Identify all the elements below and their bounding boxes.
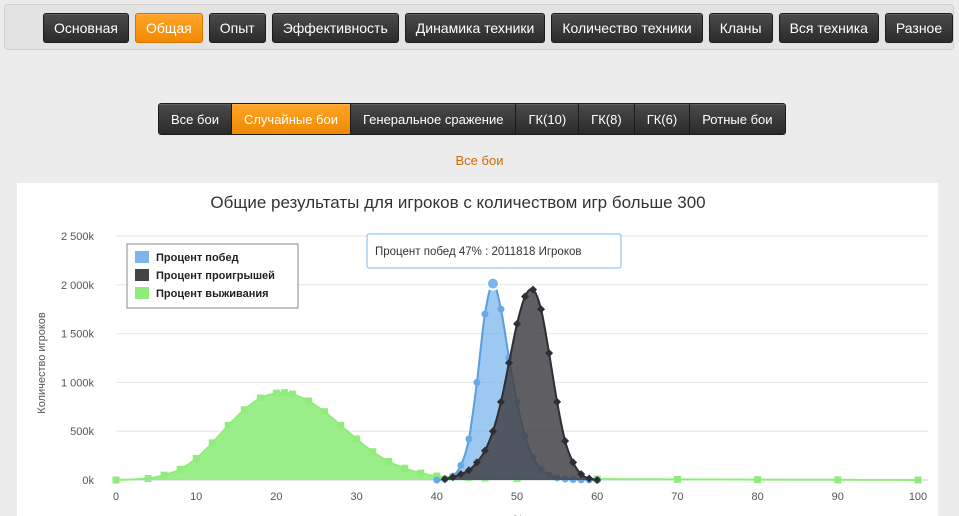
y-tick-label: 1 000k	[61, 377, 95, 389]
data-point[interactable]	[272, 389, 280, 397]
data-point[interactable]	[240, 406, 248, 414]
data-point[interactable]	[497, 305, 505, 313]
legend-swatch[interactable]	[135, 269, 149, 281]
battle-type-tab-5[interactable]: ГК(6)	[634, 104, 691, 134]
battle-type-tab-4[interactable]: ГК(8)	[579, 104, 635, 134]
x-tick-label: 70	[671, 491, 683, 503]
top-nav-tab-4[interactable]: Динамика техники	[404, 13, 546, 43]
x-tick-label: 10	[190, 491, 202, 503]
y-tick-label: 500k	[70, 426, 94, 438]
top-nav-tab-6[interactable]: Кланы	[708, 13, 773, 43]
data-point[interactable]	[280, 389, 288, 397]
x-axis-ticks: 0 10 20 30 40 50 60 70 80 90 100	[113, 491, 927, 503]
x-tick-label: 80	[751, 491, 763, 503]
data-point[interactable]	[754, 476, 762, 484]
data-point[interactable]	[465, 435, 473, 443]
chart-title: Общие результаты для игроков с количеств…	[210, 193, 705, 212]
top-nav-tab-1[interactable]: Общая	[134, 13, 203, 43]
chart-legend[interactable]: Процент побед Процент проигрышей Процент в…	[126, 243, 299, 309]
data-point[interactable]	[473, 378, 481, 386]
data-point[interactable]	[144, 475, 152, 483]
data-point[interactable]	[481, 310, 489, 318]
top-nav-tab-0[interactable]: Основная	[43, 13, 129, 43]
tooltip-text: Процент побед 47% : 2011818 Игроков	[375, 246, 581, 258]
legend-swatch[interactable]	[135, 251, 149, 263]
battle-type-tab-2[interactable]: Генеральное сражение	[351, 104, 517, 134]
battle-type-tab-0[interactable]: Все бои	[159, 104, 232, 134]
data-point[interactable]	[401, 464, 409, 472]
x-tick-label: 90	[832, 491, 844, 503]
data-point[interactable]	[457, 461, 465, 469]
y-tick-label: 2 500k	[61, 231, 95, 243]
top-navigation: Основная Общая Опыт Эффективность Динамика т…	[4, 4, 954, 50]
data-point[interactable]	[385, 457, 393, 465]
chart-tooltip: Процент побед 47% : 2011818 Игроков	[366, 233, 622, 291]
battle-type-tab-6[interactable]: Ротные бои	[690, 104, 785, 134]
legend-item-label[interactable]: Процент проигрышей	[156, 270, 275, 282]
data-point[interactable]	[417, 469, 425, 477]
y-axis-title: Количество игроков	[36, 312, 48, 414]
y-axis-ticks: 0k 500k 1 000k 1 500k 2 000k 2 500k	[61, 231, 95, 487]
x-tick-label: 60	[591, 491, 603, 503]
chart-panel: Общие результаты для игроков с количеств…	[17, 183, 938, 516]
top-nav-tab-5[interactable]: Количество техники	[551, 13, 703, 43]
legend-swatch[interactable]	[135, 287, 149, 299]
battle-type-tab-3[interactable]: ГК(10)	[516, 104, 580, 134]
data-point[interactable]	[369, 448, 377, 456]
x-tick-label: 50	[511, 491, 523, 503]
data-point[interactable]	[224, 421, 232, 429]
top-nav-tab-2[interactable]: Опыт	[208, 13, 266, 43]
x-tick-label: 20	[270, 491, 282, 503]
data-point[interactable]	[208, 439, 216, 447]
x-tick-label: 100	[909, 491, 927, 503]
data-point[interactable]	[160, 471, 168, 479]
data-point[interactable]	[112, 476, 120, 484]
data-point[interactable]	[321, 408, 329, 416]
data-point[interactable]	[337, 421, 345, 429]
y-tick-label: 1 500k	[61, 329, 95, 341]
battle-type-tabs: Все бои Случайные бои Генеральное сражение…	[158, 103, 786, 135]
hovered-point[interactable]	[485, 276, 500, 291]
top-nav-tabs: Основная Общая Опыт Эффективность Динамика т…	[43, 13, 954, 43]
x-tick-label: 40	[431, 491, 443, 503]
top-nav-tab-3[interactable]: Эффективность	[271, 13, 399, 43]
x-tick-label: 30	[350, 491, 362, 503]
battle-type-tab-1[interactable]: Случайные бои	[231, 104, 351, 134]
y-tick-label: 0k	[82, 475, 94, 487]
legend-item-label[interactable]: Процент побед	[156, 252, 239, 264]
top-nav-tab-8[interactable]: Разное	[884, 13, 954, 43]
data-point[interactable]	[192, 455, 200, 463]
data-point[interactable]	[288, 390, 296, 398]
data-point[interactable]	[176, 465, 184, 473]
data-point[interactable]	[353, 435, 361, 443]
data-point[interactable]	[433, 476, 441, 484]
y-tick-label: 2 000k	[61, 280, 95, 292]
legend-item-label[interactable]: Процент выживания	[156, 288, 269, 300]
results-distribution-chart: Общие результаты для игроков с количеств…	[36, 193, 928, 516]
selected-battle-type-label: Все бои	[455, 153, 504, 168]
top-nav-tab-7[interactable]: Вся техника	[778, 13, 879, 43]
data-point[interactable]	[673, 475, 681, 483]
data-point[interactable]	[256, 394, 264, 402]
data-point[interactable]	[304, 397, 312, 405]
x-tick-label: 0	[113, 491, 119, 503]
data-point[interactable]	[834, 476, 842, 484]
data-point[interactable]	[914, 476, 922, 484]
